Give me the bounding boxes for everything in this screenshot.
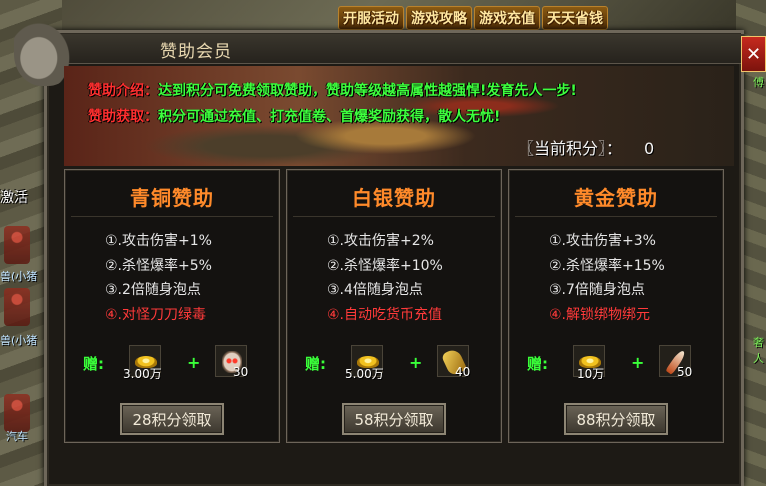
points-value: 0 (644, 139, 655, 158)
claim-silver-button[interactable]: 58积分领取 (342, 403, 446, 435)
benefit-item-special: ④.对怪刀刀绿毒 (105, 306, 207, 323)
points-label: 〖当前积分〗： (518, 139, 623, 158)
plus-sign: + (631, 353, 645, 372)
gift-count: 40 (455, 365, 471, 379)
gift-row: 赠: 3.00万 + 30 (83, 345, 273, 381)
benefit-item: ①.攻击伤害+1% (105, 233, 212, 249)
benefit-item: ③.7倍随身泡点 (549, 282, 645, 298)
benefit-list: ①.攻击伤害+1% ②.杀怪爆率+5% ③.2倍随身泡点 ④.对怪刀刀绿毒 (105, 229, 212, 327)
tier-card-bronze: 青铜赞助 ①.攻击伤害+1% ②.杀怪爆率+5% ③.2倍随身泡点 ④.对怪刀刀… (64, 169, 280, 443)
benefit-item: ③.2倍随身泡点 (105, 282, 201, 298)
npc-label: 兽(小猪 (0, 334, 38, 347)
gift-count: 50 (677, 365, 693, 379)
menu-server-event[interactable]: 开服活动 (338, 6, 404, 30)
divider (515, 216, 717, 217)
tier-title: 青铜赞助 (130, 186, 214, 210)
side-label: 奢 (753, 336, 764, 349)
npc-sprite[interactable] (4, 288, 30, 326)
tier-card-gold: 黄金赞助 ①.攻击伤害+3% ②.杀怪爆率+15% ③.7倍随身泡点 ④.解锁绑… (508, 169, 724, 443)
side-label: 傅 (753, 76, 764, 89)
acquire-label: 赞助获取： (88, 109, 158, 125)
npc-sprite[interactable] (4, 394, 30, 432)
intro-text: 达到积分可免费领取赞助，赞助等级越高属性越强悍!发育先人一步! (158, 83, 577, 99)
current-points: 〖当前积分〗： 0 (518, 135, 654, 159)
gift-count: 30 (233, 365, 249, 379)
benefit-list: ①.攻击伤害+2% ②.杀怪爆率+10% ③.4倍随身泡点 ④.自动吃货币充值 (327, 229, 443, 327)
claim-gold-button[interactable]: 88积分领取 (564, 403, 668, 435)
tier-title: 白银赞助 (352, 186, 436, 210)
gift-label: 赠: (527, 355, 548, 373)
acquire-text: 积分可通过充值、打充值卷、首爆奖励获得，散人无忧! (158, 109, 501, 125)
benefit-list: ①.攻击伤害+3% ②.杀怪爆率+15% ③.7倍随身泡点 ④.解锁绑物绑元 (549, 229, 665, 327)
benefit-item-special: ④.解锁绑物绑元 (549, 306, 651, 323)
side-label: 人 (753, 352, 764, 365)
benefit-item: ②.杀怪爆率+15% (549, 257, 665, 274)
top-menu: 开服活动 游戏攻略 游戏充值 天天省钱 (338, 6, 608, 30)
close-button[interactable]: ✕ (741, 36, 766, 72)
intro-line: 赞助介绍：达到积分可免费领取赞助，赞助等级越高属性越强悍!发育先人一步! (88, 80, 577, 100)
gift-label: 赠: (83, 355, 104, 373)
panel-title-bar[interactable] (48, 34, 744, 64)
gift-count: 10万 (577, 367, 605, 381)
benefit-item: ②.杀怪爆率+10% (327, 257, 443, 274)
benefit-item-special: ④.自动吃货币充值 (327, 306, 443, 323)
plus-sign: + (187, 353, 201, 372)
divider (293, 216, 495, 217)
menu-daily-savings[interactable]: 天天省钱 (542, 6, 608, 30)
menu-game-guide[interactable]: 游戏攻略 (406, 6, 472, 30)
panel-title: 赞助会员 (160, 42, 232, 62)
benefit-item: ①.攻击伤害+2% (327, 233, 434, 249)
world-label-activate: 激活 (0, 190, 28, 206)
gift-row: 赠: 10万 + 50 (527, 345, 717, 381)
intro-label: 赞助介绍： (88, 83, 158, 99)
gift-row: 赠: 5.00万 + 40 (305, 345, 495, 381)
claim-bronze-button[interactable]: 28积分领取 (120, 403, 224, 435)
benefit-item: ①.攻击伤害+3% (549, 233, 656, 249)
npc-label: 兽(小猪 (0, 270, 38, 283)
benefit-item: ②.杀怪爆率+5% (105, 257, 212, 274)
acquire-line: 赞助获取：积分可通过充值、打充值卷、首爆奖励获得，散人无忧! (88, 106, 500, 126)
npc-label: 汽车 (6, 430, 28, 443)
gift-count: 3.00万 (123, 367, 162, 381)
menu-game-recharge[interactable]: 游戏充值 (474, 6, 540, 30)
divider (71, 216, 273, 217)
plus-sign: + (409, 353, 423, 372)
gift-count: 5.00万 (345, 367, 384, 381)
benefit-item: ③.4倍随身泡点 (327, 282, 423, 298)
npc-sprite[interactable] (4, 226, 30, 264)
tier-card-silver: 白银赞助 ①.攻击伤害+2% ②.杀怪爆率+10% ③.4倍随身泡点 ④.自动吃… (286, 169, 502, 443)
tier-title: 黄金赞助 (574, 186, 658, 210)
gift-label: 赠: (305, 355, 326, 373)
